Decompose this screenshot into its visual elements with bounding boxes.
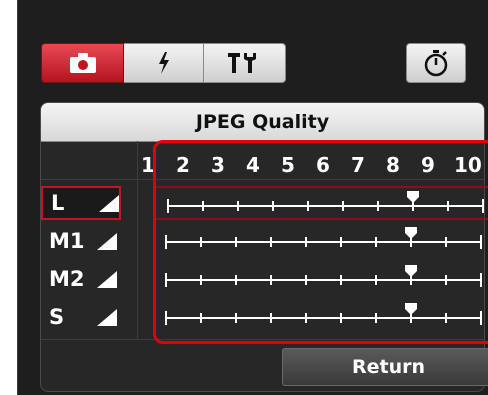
row-label-m2[interactable]: M2 <box>41 262 121 296</box>
scale-label: 9 <box>421 153 435 177</box>
slider-track[interactable] <box>166 317 481 319</box>
scale-label: 10 <box>454 153 482 177</box>
slider-tick <box>235 313 237 323</box>
image-size-label: M2 <box>49 267 85 291</box>
slider-tick <box>200 313 202 323</box>
tab-camera-settings[interactable] <box>41 43 124 83</box>
slider-thumb[interactable] <box>404 302 418 316</box>
slider-track[interactable] <box>166 241 481 243</box>
image-size-label: S <box>49 305 65 329</box>
timer-button[interactable] <box>406 43 466 83</box>
slider-tick <box>480 273 482 287</box>
slider-tick <box>480 235 482 249</box>
scale-label: 8 <box>386 153 400 177</box>
slider-tick <box>165 273 167 287</box>
slider-tick <box>445 275 447 285</box>
image-size-label: M1 <box>49 229 85 253</box>
slider-tick <box>482 199 484 213</box>
slider-thumb[interactable] <box>404 264 418 278</box>
scale-label: 3 <box>211 153 225 177</box>
fine-quality-icon <box>99 194 119 212</box>
quality-settings-window: JPEG Quality 1 2 3 4 5 6 7 8 9 10 L M1 M… <box>17 0 488 395</box>
slider-tick <box>445 237 447 247</box>
slider-tick <box>305 275 307 285</box>
quality-slider-m1[interactable] <box>154 224 488 258</box>
scale-label: 2 <box>176 153 190 177</box>
quality-slider-s[interactable] <box>154 300 488 334</box>
slider-tick <box>270 275 272 285</box>
slider-tick <box>165 235 167 249</box>
timer-icon <box>424 50 448 77</box>
fine-quality-icon <box>97 308 117 326</box>
row-label-m1[interactable]: M1 <box>41 224 121 258</box>
slider-tick <box>200 275 202 285</box>
slider-tick <box>377 201 379 211</box>
tab-tools-settings[interactable] <box>204 43 286 83</box>
flash-icon <box>158 52 169 74</box>
slider-tick <box>447 201 449 211</box>
slider-tick <box>165 311 167 325</box>
slider-tick <box>272 201 274 211</box>
scale-label: 6 <box>316 153 330 177</box>
slider-tick <box>270 237 272 247</box>
scale-label: 5 <box>281 153 295 177</box>
row-label-s[interactable]: S <box>41 300 121 334</box>
fine-quality-icon <box>97 232 117 250</box>
slider-thumb[interactable] <box>404 226 418 240</box>
slider-tick <box>445 313 447 323</box>
slider-tick <box>305 237 307 247</box>
row-label-l[interactable]: L <box>41 186 121 220</box>
tab-flash-settings[interactable] <box>124 43 204 83</box>
slider-tick <box>375 275 377 285</box>
slider-tick <box>167 199 169 213</box>
slider-tick <box>202 201 204 211</box>
slider-thumb[interactable] <box>406 190 420 204</box>
slider-tick <box>235 275 237 285</box>
image-size-label: L <box>51 191 65 215</box>
tools-icon <box>227 53 256 73</box>
slider-tick <box>270 313 272 323</box>
fine-quality-icon <box>97 270 117 288</box>
slider-track[interactable] <box>166 279 481 281</box>
scale-label: 7 <box>351 153 365 177</box>
scale-label: 1 <box>141 153 155 177</box>
slider-tick <box>342 201 344 211</box>
return-button[interactable]: Return <box>282 348 488 386</box>
scale-label: 4 <box>246 153 260 177</box>
slider-tick <box>307 201 309 211</box>
slider-tick <box>235 237 237 247</box>
camera-icon <box>69 53 96 73</box>
slider-tick <box>375 237 377 247</box>
slider-track[interactable] <box>168 205 483 207</box>
grid-divider <box>41 179 484 180</box>
quality-slider-l[interactable] <box>154 186 488 220</box>
slider-tick <box>237 201 239 211</box>
slider-tick <box>480 311 482 325</box>
slider-tick <box>340 237 342 247</box>
slider-tick <box>305 313 307 323</box>
slider-tick <box>340 275 342 285</box>
slider-tick <box>375 313 377 323</box>
slider-tick <box>200 237 202 247</box>
slider-tick <box>340 313 342 323</box>
grid-divider <box>41 339 484 340</box>
panel-title: JPEG Quality <box>41 103 484 142</box>
quality-slider-m2[interactable] <box>154 262 488 296</box>
